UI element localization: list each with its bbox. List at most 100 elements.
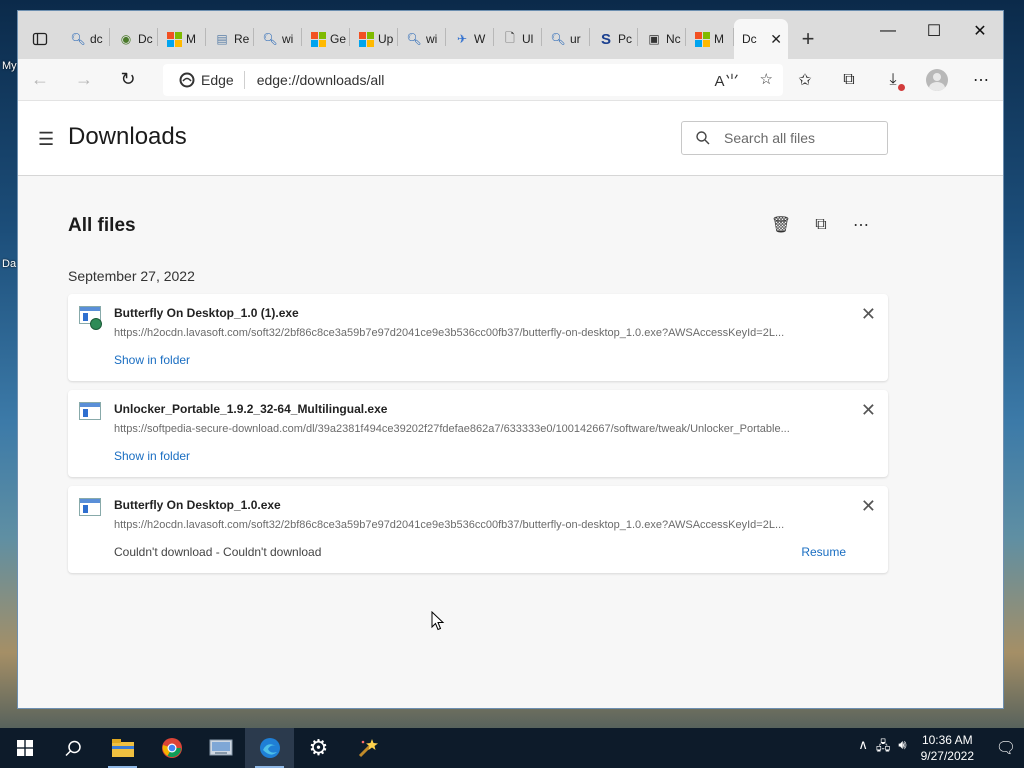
ms-logo-icon <box>166 31 182 47</box>
document-icon: ▤ <box>216 32 228 46</box>
download-filename[interactable]: Butterfly On Desktop_1.0.exe <box>114 498 281 512</box>
close-window-button[interactable]: ✕ <box>957 11 1003 51</box>
taskbar-control-panel[interactable] <box>196 728 245 768</box>
tab-12[interactable]: S Pc <box>590 19 638 59</box>
chrome-icon <box>161 738 182 758</box>
windows-start-icon <box>16 740 33 756</box>
calendar-icon: ▣ <box>648 32 660 46</box>
page-header: ☰ Downloads <box>18 101 1003 176</box>
control-panel-icon <box>209 739 232 756</box>
add-favorite-icon[interactable]: ☆ <box>760 70 773 91</box>
tab-14[interactable]: M <box>686 19 734 59</box>
tab-9[interactable]: ✈ W <box>446 19 494 59</box>
download-item: Butterfly On Desktop_1.0 (1).exe https:/… <box>68 294 888 381</box>
taskbar-edge[interactable] <box>245 728 294 768</box>
edge-chip-label: Edge <box>201 72 234 88</box>
hamburger-menu-icon[interactable]: ☰ <box>38 129 54 150</box>
download-filename[interactable]: Butterfly On Desktop_1.0 (1).exe <box>114 306 299 320</box>
notifications-button[interactable]: 🗨︎ <box>988 728 1024 768</box>
tab-8[interactable]: 🔍︎ wi <box>398 19 446 59</box>
settings-menu-button[interactable]: ⋯ <box>959 62 1003 98</box>
vertical-tabs-icon <box>32 32 48 46</box>
network-icon[interactable]: 🖧︎ <box>876 737 891 759</box>
mouse-cursor-icon <box>431 611 445 631</box>
more-horizontal-icon: ⋯ <box>853 217 869 234</box>
resume-link[interactable]: Resume <box>801 545 846 559</box>
desktop-label-1: My <box>2 60 17 72</box>
tab-7[interactable]: Up <box>350 19 398 59</box>
exe-icon <box>79 402 103 426</box>
taskbar-chrome[interactable] <box>147 728 196 768</box>
chevron-up-icon[interactable]: ∧ <box>858 737 868 759</box>
start-button[interactable] <box>0 728 49 768</box>
notification-icon: 🗨︎ <box>995 740 1017 757</box>
address-url[interactable]: edge://downloads/all <box>245 72 385 88</box>
more-options-button[interactable]: ⋯ <box>850 214 872 236</box>
remove-item-close-icon[interactable]: ✕ <box>861 400 876 421</box>
tab-4[interactable]: ▤ Re <box>206 19 254 59</box>
minimize-button[interactable]: — <box>865 11 911 51</box>
tab-1[interactable]: 🔍︎ dc <box>62 19 110 59</box>
profile-button[interactable] <box>915 62 959 98</box>
close-tab-icon[interactable]: ✕ <box>770 31 782 48</box>
desktop-label-2: Da <box>2 258 17 270</box>
maximize-button[interactable]: ☐ <box>911 11 957 51</box>
tab-13[interactable]: ▣ Nc <box>638 19 686 59</box>
tab-11[interactable]: 🔍︎ ur <box>542 19 590 59</box>
taskbar-settings[interactable]: ⚙ <box>294 728 343 768</box>
volume-icon[interactable]: 🔊︎ <box>898 737 906 759</box>
file-explorer-icon <box>111 739 134 757</box>
favorites-button[interactable]: ✩ <box>783 62 827 98</box>
new-tab-button[interactable]: + <box>788 19 828 59</box>
setup-exe-icon <box>79 306 103 330</box>
wing-icon: ✈ <box>456 32 468 46</box>
clear-all-button[interactable]: 🗑︎ <box>770 214 792 236</box>
search-input[interactable] <box>724 130 864 146</box>
download-error-badge <box>898 84 905 91</box>
remove-item-close-icon[interactable]: ✕ <box>861 304 876 325</box>
download-url: https://h2ocdn.lavasoft.com/soft32/2bf86… <box>114 327 785 339</box>
open-folder-button[interactable]: ⧉ <box>810 214 832 236</box>
downloads-button[interactable]: ⤓ <box>871 62 915 98</box>
search-icon <box>65 740 81 756</box>
forward-button[interactable]: → <box>62 62 106 98</box>
more-horizontal-icon: ⋯ <box>973 72 989 89</box>
owl-icon: ◉ <box>120 32 132 46</box>
tab-active-downloads[interactable]: Dc ✕ <box>734 19 788 59</box>
back-button[interactable]: ← <box>18 62 62 98</box>
taskbar-file-explorer[interactable] <box>98 728 147 768</box>
download-filename[interactable]: Unlocker_Portable_1.9.2_32-64_Multilingu… <box>114 402 387 416</box>
show-in-folder-link[interactable]: Show in folder <box>114 449 190 463</box>
show-in-folder-link[interactable]: Show in folder <box>114 353 190 367</box>
search-box[interactable] <box>681 121 888 155</box>
ms-logo-icon <box>694 31 710 47</box>
tab-6[interactable]: Ge <box>302 19 350 59</box>
edge-logo-icon <box>179 72 195 88</box>
taskbar-wand-app[interactable] <box>343 728 392 768</box>
tab-10[interactable]: 🗋 Ul <box>494 19 542 59</box>
collections-icon: ⧉ <box>843 71 855 88</box>
clock[interactable]: 10:36 AM 9/27/2022 <box>921 732 974 764</box>
address-bar[interactable]: Edge edge://downloads/all A⺌ ☆ <box>163 64 783 96</box>
tab-actions-button[interactable] <box>18 19 62 59</box>
download-url: https://softpedia-secure-download.com/dl… <box>114 423 790 435</box>
download-status: Couldn't download - Couldn't download <box>114 545 322 559</box>
page-title: Downloads <box>68 123 187 150</box>
tab-3[interactable]: M <box>158 19 206 59</box>
tab-5[interactable]: 🔍︎ wi <box>254 19 302 59</box>
wand-icon <box>358 739 378 758</box>
remove-item-close-icon[interactable]: ✕ <box>861 496 876 517</box>
search-icon <box>696 131 710 145</box>
tab-2[interactable]: ◉ Dc <box>110 19 158 59</box>
edge-chip[interactable]: Edge <box>163 71 245 89</box>
refresh-button[interactable]: ↻ <box>106 62 150 98</box>
taskbar-search-button[interactable] <box>49 728 98 768</box>
ms-logo-icon <box>310 31 326 47</box>
search-icon: 🔍︎ <box>70 32 86 46</box>
read-aloud-icon[interactable]: A⺌ <box>715 70 740 91</box>
minimize-icon: — <box>880 22 896 39</box>
taskbar: ⚙ ∧ 🖧︎ 🔊︎ 10:36 AM 9/27/2022 🗨︎ <box>0 728 1024 768</box>
browser-window: 🔍︎ dc ◉ Dc M ▤ Re 🔍︎ wi Ge Up 🔍︎ wi ✈ W 🗋 Ul 🔍︎… <box>17 10 1004 709</box>
search-icon: 🔍︎ <box>550 32 566 46</box>
collections-button[interactable]: ⧉ <box>827 62 871 98</box>
